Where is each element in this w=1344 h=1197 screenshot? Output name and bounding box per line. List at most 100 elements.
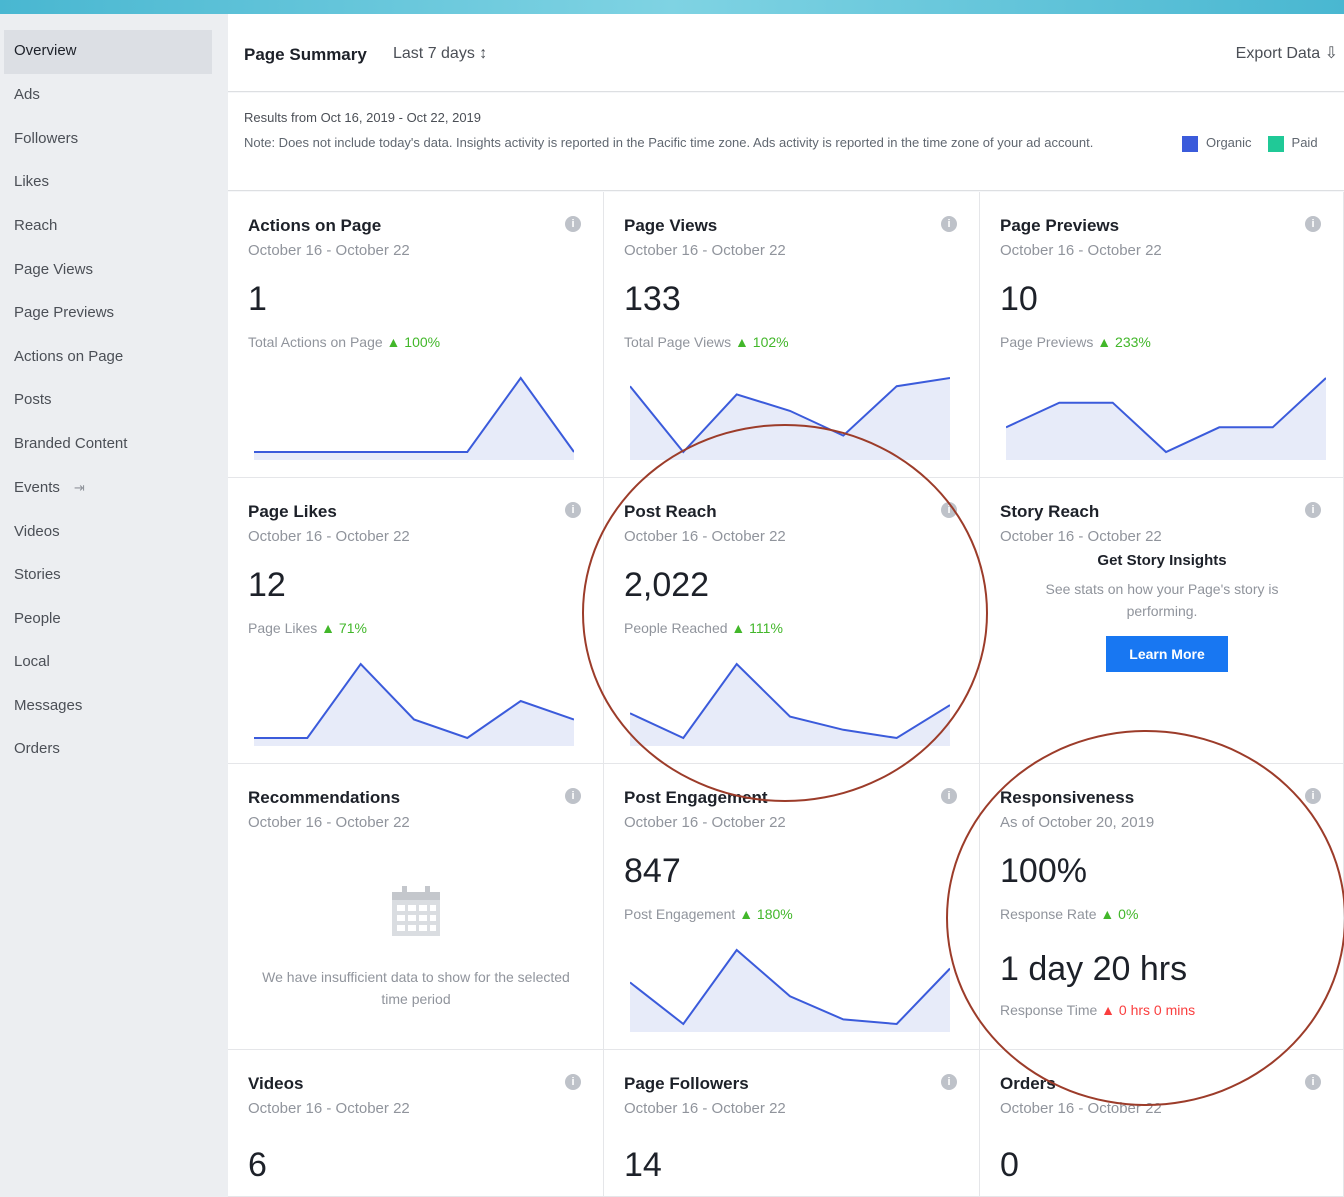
card-story-reach[interactable]: Story Reach October 16 - October 22 i Ge… — [980, 478, 1344, 764]
metric-value: 1 — [248, 280, 267, 318]
sparkline-area — [630, 378, 950, 460]
response-time-label: Response Time ▲ 0 hrs 0 mins — [1000, 1002, 1195, 1018]
sidebar-item-followers[interactable]: Followers — [14, 130, 78, 147]
metric-change: ▲ 100% — [386, 334, 441, 350]
metric-value: 10 — [1000, 280, 1038, 318]
sparkline-area — [254, 378, 574, 460]
metric-label-text: Page Previews — [1000, 334, 1094, 350]
sidebar-item-people[interactable]: People — [14, 610, 61, 627]
card-title: Post Reach — [624, 502, 717, 521]
info-icon[interactable]: i — [1305, 502, 1321, 518]
card-page-likes[interactable]: Page Likes October 16 - October 22 i 12 … — [228, 478, 604, 764]
date-range-dropdown[interactable]: Last 7 days ↕ — [393, 45, 487, 63]
sidebar-item-likes[interactable]: Likes — [14, 173, 49, 190]
sidebar-item-posts[interactable]: Posts — [14, 391, 52, 408]
card-date: October 16 - October 22 — [624, 242, 786, 259]
card-page-views[interactable]: Page Views October 16 - October 22 i 133… — [604, 192, 980, 478]
response-time-label-text: Response Time — [1000, 1002, 1098, 1018]
sidebar-item-overview[interactable]: Overview — [14, 42, 77, 59]
info-icon[interactable]: i — [565, 502, 581, 518]
learn-more-button[interactable]: Learn More — [1106, 636, 1228, 672]
card-date: October 16 - October 22 — [1000, 1100, 1162, 1117]
external-link-icon: ⇥ — [73, 480, 85, 495]
metric-value: 0 — [1000, 1146, 1019, 1184]
card-post-engagement[interactable]: Post Engagement October 16 - October 22 … — [604, 764, 980, 1050]
sidebar-item-events[interactable]: Events ⇥ — [14, 479, 85, 496]
metric-label-text: Page Likes — [248, 620, 318, 636]
sidebar-item-page-previews[interactable]: Page Previews — [14, 304, 114, 321]
response-rate-change: ▲ 0% — [1100, 906, 1139, 922]
results-note-text: Note: Does not include today's data. Ins… — [244, 135, 1094, 150]
card-date: October 16 - October 22 — [624, 814, 786, 831]
card-title: Recommendations — [248, 788, 401, 807]
story-insights-title: Get Story Insights — [1097, 552, 1227, 569]
page-summary-header: Page Summary Last 7 days ↕ Export Data ⇩ — [228, 14, 1344, 92]
metric-value: 847 — [624, 852, 681, 890]
metric-label: Post Engagement ▲ 180% — [624, 906, 793, 922]
card-date: October 16 - October 22 — [248, 1100, 410, 1117]
card-date: October 16 - October 22 — [624, 1100, 786, 1117]
card-orders[interactable]: Orders October 16 - October 22 i 0 — [980, 1050, 1344, 1197]
card-videos[interactable]: Videos October 16 - October 22 i 6 — [228, 1050, 604, 1197]
metric-label: Total Actions on Page ▲ 100% — [248, 334, 440, 350]
metric-change: ▲ 233% — [1097, 334, 1151, 350]
info-icon[interactable]: i — [565, 788, 581, 804]
export-data-link[interactable]: Export Data ⇩ — [1236, 43, 1338, 63]
card-recommendations[interactable]: Recommendations October 16 - October 22 … — [228, 764, 604, 1050]
sidebar-item-stories[interactable]: Stories — [14, 566, 61, 583]
card-post-reach[interactable]: Post Reach October 16 - October 22 i 2,0… — [604, 478, 980, 764]
sidebar-item-actions-on-page[interactable]: Actions on Page — [14, 348, 123, 365]
legend-organic: Organic — [1206, 135, 1252, 150]
card-date: As of October 20, 2019 — [1000, 814, 1155, 831]
response-rate-value: 100% — [1000, 852, 1087, 890]
info-icon[interactable]: i — [565, 216, 581, 232]
sidebar-item-messages[interactable]: Messages — [14, 697, 82, 714]
story-insights-text: See stats on how your Page's story is pe… — [1045, 581, 1279, 619]
card-page-followers[interactable]: Page Followers October 16 - October 22 i… — [604, 1050, 980, 1197]
metric-label-text: People Reached — [624, 620, 728, 636]
card-date: October 16 - October 22 — [624, 528, 786, 545]
metric-label: Total Page Views ▲ 102% — [624, 334, 789, 350]
sidebar-item-reach[interactable]: Reach — [14, 217, 57, 234]
info-icon[interactable]: i — [565, 1074, 581, 1090]
calendar-icon — [392, 886, 440, 936]
sparkline-chart — [254, 376, 574, 460]
info-icon[interactable]: i — [941, 1074, 957, 1090]
page-title: Page Summary — [244, 45, 367, 64]
card-page-previews[interactable]: Page Previews October 16 - October 22 i … — [980, 192, 1344, 478]
card-actions-on-page[interactable]: Actions on Page October 16 - October 22 … — [228, 192, 604, 478]
info-icon[interactable]: i — [1305, 1074, 1321, 1090]
sidebar-item-branded-content[interactable]: Branded Content — [14, 435, 127, 452]
card-date: October 16 - October 22 — [248, 528, 410, 545]
legend: Organic Paid — [1182, 135, 1318, 152]
sidebar-item-orders[interactable]: Orders — [14, 740, 60, 757]
organic-swatch — [1182, 135, 1198, 152]
response-rate-label: Response Rate ▲ 0% — [1000, 906, 1138, 922]
sparkline-chart — [630, 948, 950, 1032]
legend-paid: Paid — [1291, 135, 1318, 150]
card-title: Post Engagement — [624, 788, 768, 807]
sidebar-item-local[interactable]: Local — [14, 653, 50, 670]
card-title: Story Reach — [1000, 502, 1100, 521]
insights-main: Page Summary Last 7 days ↕ Export Data ⇩… — [228, 14, 1344, 1197]
metric-label-text: Total Page Views — [624, 334, 732, 350]
info-icon[interactable]: i — [1305, 216, 1321, 232]
sidebar-item-page-views[interactable]: Page Views — [14, 261, 93, 278]
metric-change: ▲ 102% — [735, 334, 789, 350]
info-icon[interactable]: i — [941, 216, 957, 232]
metric-label-text: Post Engagement — [624, 906, 736, 922]
metric-value: 14 — [624, 1146, 662, 1184]
sparkline-chart — [630, 377, 950, 460]
metric-value: 12 — [248, 566, 286, 604]
response-time-value: 1 day 20 hrs — [1000, 950, 1188, 988]
empty-state-text: We have insufficient data to show for th… — [262, 969, 570, 1007]
card-responsiveness[interactable]: Responsiveness As of October 20, 2019 i … — [980, 764, 1344, 1050]
card-title: Actions on Page — [248, 216, 382, 235]
info-icon[interactable]: i — [941, 502, 957, 518]
sidebar-item-videos[interactable]: Videos — [14, 523, 60, 540]
sidebar-item-ads[interactable]: Ads — [14, 86, 40, 103]
card-title: Page Previews — [1000, 216, 1120, 235]
info-icon[interactable]: i — [941, 788, 957, 804]
info-icon[interactable]: i — [1305, 788, 1321, 804]
paid-swatch — [1267, 135, 1284, 152]
